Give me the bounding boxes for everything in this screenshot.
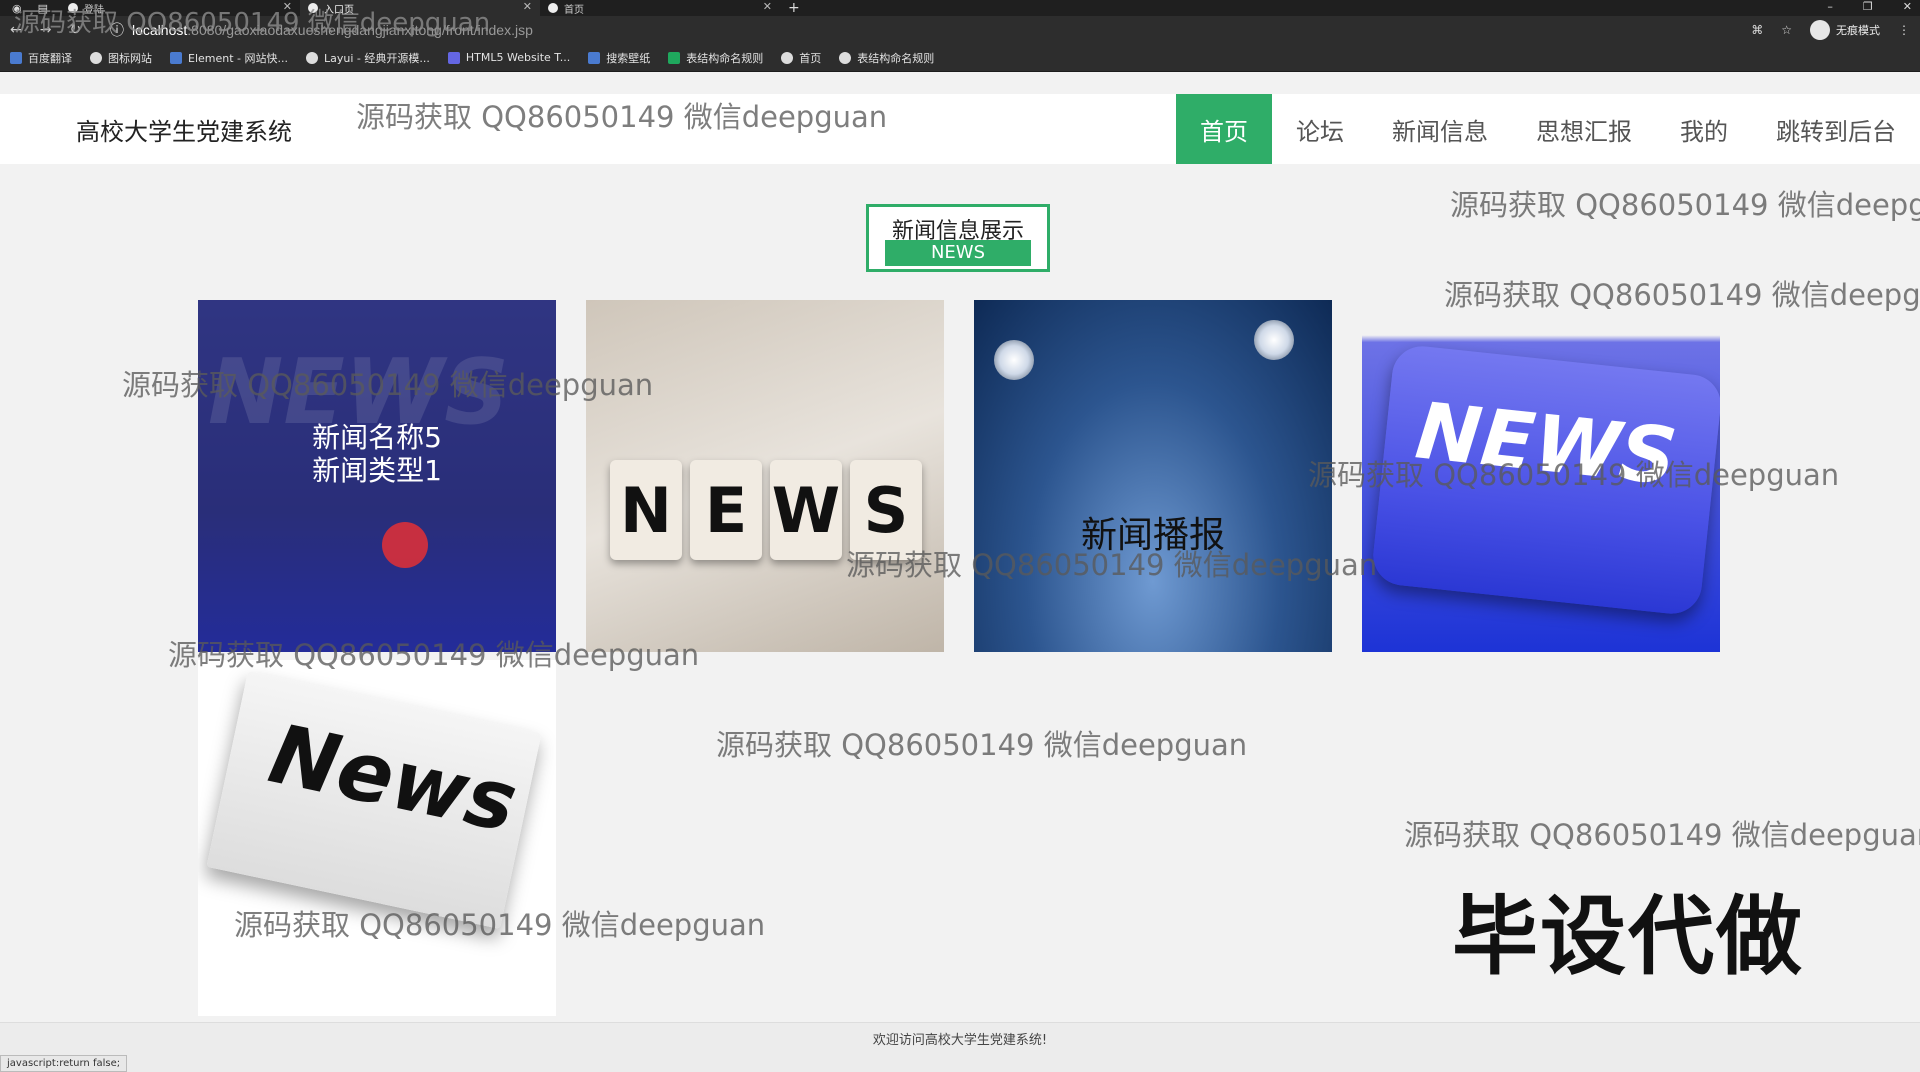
watermark: 源码获取 QQ86050149 微信deepguan bbox=[1404, 818, 1920, 852]
news-card[interactable]: 新闻播报 bbox=[974, 300, 1332, 652]
flag-bookmark-icon bbox=[90, 51, 102, 64]
bookmark-label: 首页 bbox=[799, 51, 822, 65]
click-indicator bbox=[382, 522, 428, 568]
watermark: 源码获取 QQ86050149 微信deepguan bbox=[846, 548, 1378, 582]
site-header: 高校大学生党建系统 首页 论坛 新闻信息 思想汇报 我的 跳转到后台 bbox=[0, 94, 1920, 164]
nav-forum[interactable]: 论坛 bbox=[1272, 94, 1368, 164]
watermark: 源码获取 QQ86050149 微信deepguan bbox=[1308, 458, 1840, 492]
letter-block: N bbox=[610, 460, 682, 560]
bookmark-item[interactable]: Element - 网站快... bbox=[170, 50, 288, 66]
tab-label: 首页 bbox=[564, 4, 585, 16]
restore-icon[interactable]: ❐ bbox=[1863, 0, 1873, 13]
spotlight-icon bbox=[994, 340, 1034, 380]
bookmark-label: 表结构命名规则 bbox=[686, 51, 764, 65]
watermark: 源码获取 QQ86050149 微信deepguan bbox=[168, 638, 700, 672]
menu-kebab-icon[interactable]: ⋮ bbox=[1898, 23, 1910, 37]
news-card[interactable]: NEWS 新闻名称5 新闻类型1 bbox=[198, 300, 556, 652]
tab-close-icon[interactable]: ✕ bbox=[523, 0, 532, 13]
news-card[interactable]: N E W S bbox=[586, 300, 944, 652]
watermark: 源码获取 QQ86050149 微信deepguan bbox=[716, 728, 1248, 762]
spotlight-icon bbox=[1254, 320, 1294, 360]
site-footer: 欢迎访问高校大学生党建系统! bbox=[0, 1022, 1920, 1072]
watermark: 源码获取 QQ86050149 微信deepguan bbox=[14, 8, 491, 38]
bookmark-item[interactable]: 表结构命名规则 bbox=[668, 50, 763, 66]
address-bar-actions: ⌘ ☆ 无痕模式 ⋮ bbox=[1751, 20, 1910, 40]
browser-tab[interactable]: 首页 ✕ bbox=[540, 0, 780, 16]
nav-thoughts-report[interactable]: 思想汇报 bbox=[1512, 94, 1656, 164]
translate-icon[interactable]: ⌘ bbox=[1751, 23, 1763, 37]
bookmark-item[interactable]: 表结构命名规则 bbox=[839, 50, 934, 66]
close-window-icon[interactable]: ✕ bbox=[1903, 0, 1912, 13]
bookmark-item[interactable]: 首页 bbox=[781, 50, 821, 66]
letter-block: W bbox=[770, 460, 842, 560]
bookmark-label: 搜索壁纸 bbox=[606, 51, 651, 65]
table-bookmark-icon bbox=[668, 51, 681, 64]
bookmark-label: HTML5 Website T... bbox=[465, 51, 571, 64]
translate-bookmark-icon bbox=[10, 51, 22, 64]
layui-bookmark-icon bbox=[306, 51, 318, 64]
globe-bookmark-icon bbox=[839, 51, 852, 64]
tab-favicon-icon bbox=[548, 3, 559, 13]
browser-status-bar: javascript:return false; bbox=[0, 1055, 128, 1072]
bookmark-star-icon[interactable]: ☆ bbox=[1781, 23, 1792, 37]
bookmark-label: 表结构命名规则 bbox=[857, 51, 935, 65]
new-tab-icon[interactable]: + bbox=[788, 0, 800, 16]
incognito-indicator[interactable]: 无痕模式 bbox=[1810, 20, 1880, 40]
bookmark-item[interactable]: 搜索壁纸 bbox=[588, 50, 650, 66]
section-heading: 新闻信息展示 NEWS bbox=[866, 204, 1050, 272]
incognito-avatar-icon bbox=[1810, 20, 1830, 40]
main-nav: 首页 论坛 新闻信息 思想汇报 我的 跳转到后台 bbox=[1176, 94, 1920, 164]
incognito-label: 无痕模式 bbox=[1836, 24, 1880, 37]
watermark: 源码获取 QQ86050149 微信deepguan bbox=[356, 100, 888, 134]
newspaper-text: News bbox=[261, 706, 525, 852]
html5-bookmark-icon bbox=[447, 51, 460, 64]
element-bookmark-icon bbox=[170, 51, 182, 64]
newspaper-image: News bbox=[206, 670, 542, 930]
window-controls: – ❐ ✕ bbox=[1827, 0, 1912, 13]
watermark: 源码获取 QQ86050149 微信deepguan bbox=[1444, 278, 1920, 312]
bookmark-label: Layui - 经典开源模... bbox=[324, 51, 430, 65]
watermark: 源码获取 QQ86050149 微信deepguan bbox=[1450, 188, 1920, 222]
watermark: 源码获取 QQ86050149 微信deepguan bbox=[122, 368, 654, 402]
bookmark-label: 百度翻译 bbox=[28, 51, 72, 65]
minimize-icon[interactable]: – bbox=[1827, 0, 1833, 13]
tab-close-icon[interactable]: ✕ bbox=[763, 0, 772, 13]
news-card[interactable]: News bbox=[198, 660, 556, 1016]
nav-mine[interactable]: 我的 bbox=[1656, 94, 1752, 164]
nav-news[interactable]: 新闻信息 bbox=[1368, 94, 1512, 164]
news-card-overlay: 新闻名称5 新闻类型1 bbox=[198, 300, 556, 652]
letter-block: E bbox=[690, 460, 762, 560]
nav-home[interactable]: 首页 bbox=[1176, 94, 1272, 164]
promo-stamp: 毕设代做 bbox=[1452, 887, 1804, 987]
bookmark-item[interactable]: 百度翻译 bbox=[10, 50, 72, 66]
bookmark-label: 图标网站 bbox=[108, 51, 152, 65]
bookmark-item[interactable]: 图标网站 bbox=[90, 50, 152, 66]
bookmarks-bar: 百度翻译 图标网站 Element - 网站快... Layui - 经典开源模… bbox=[0, 44, 1920, 72]
news-card-title: 新闻名称5 bbox=[312, 421, 442, 454]
bookmark-item[interactable]: HTML5 Website T... bbox=[447, 51, 571, 64]
bookmark-item[interactable]: Layui - 经典开源模... bbox=[306, 50, 430, 66]
news-card-type: 新闻类型1 bbox=[312, 454, 442, 487]
site-title: 高校大学生党建系统 bbox=[76, 118, 292, 146]
nav-admin[interactable]: 跳转到后台 bbox=[1752, 94, 1920, 164]
bookmark-label: Element - 网站快... bbox=[188, 51, 288, 65]
section-subtitle: NEWS bbox=[885, 240, 1031, 266]
watermark: 源码获取 QQ86050149 微信deepguan bbox=[234, 908, 766, 942]
globe-bookmark-icon bbox=[781, 51, 794, 64]
footer-text: 欢迎访问高校大学生党建系统! bbox=[872, 1033, 1048, 1048]
wallpaper-bookmark-icon bbox=[588, 51, 601, 64]
